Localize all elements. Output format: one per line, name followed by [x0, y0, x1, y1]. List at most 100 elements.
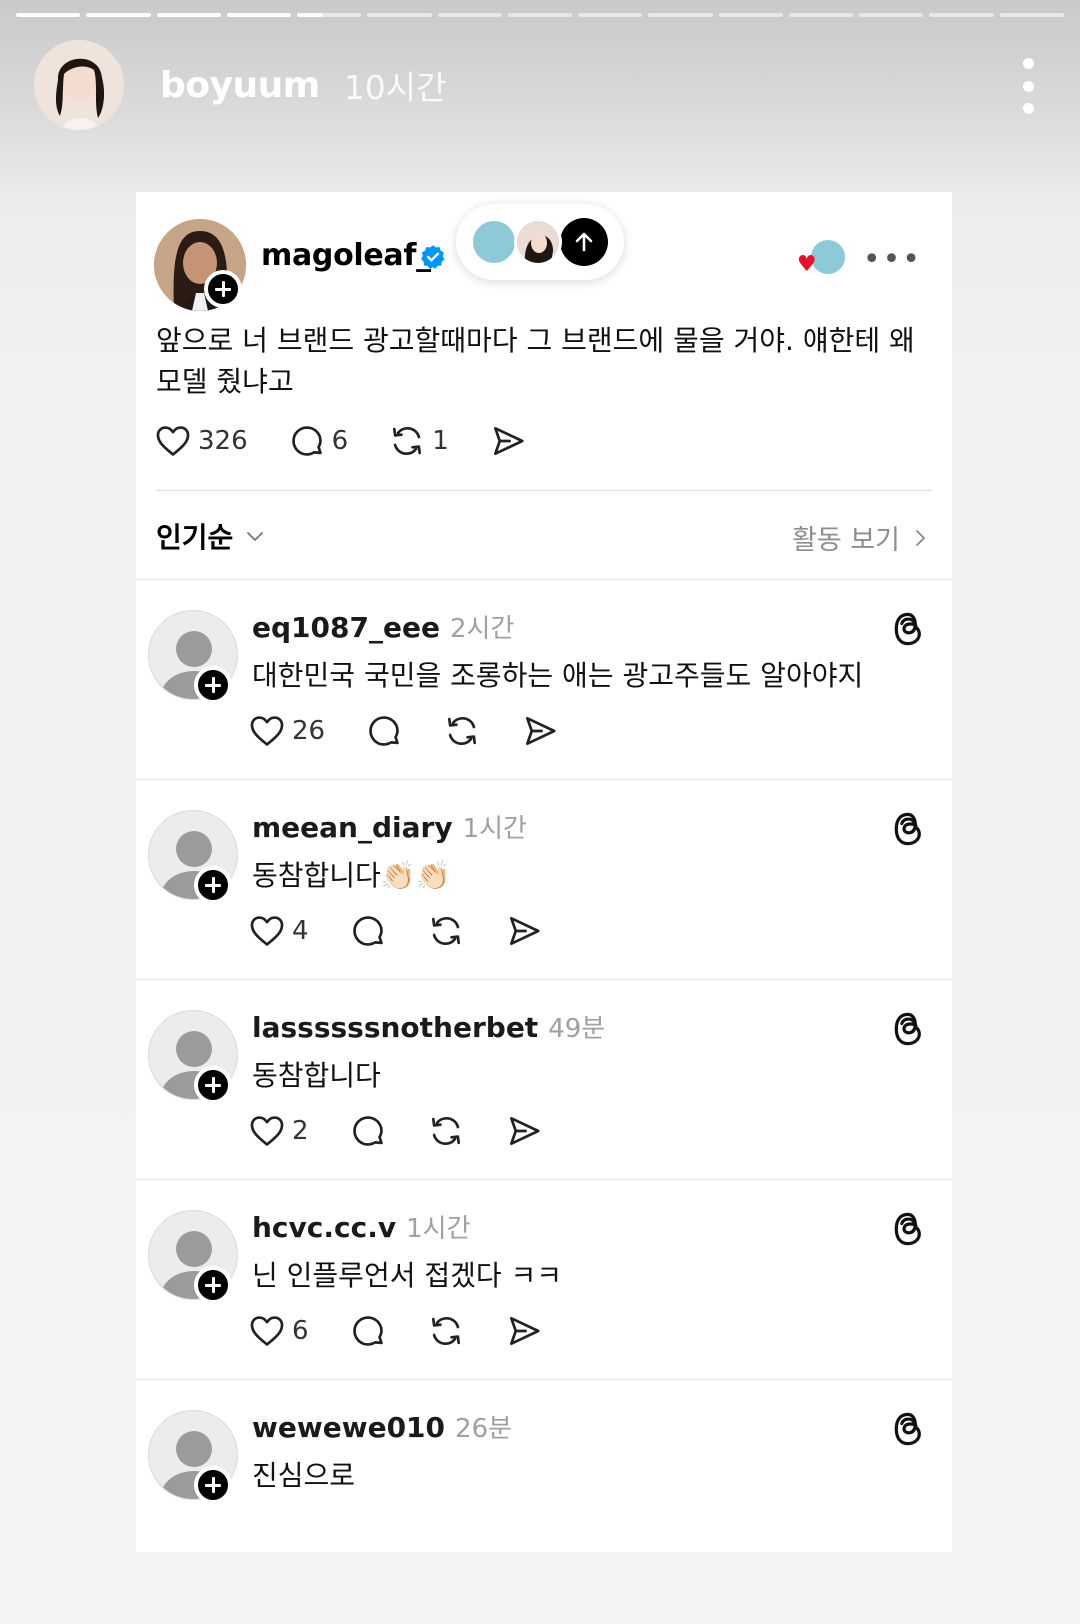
threads-logo-icon: [894, 612, 921, 646]
repost-icon: [393, 426, 422, 456]
story-progress-segment: [437, 13, 502, 17]
reply-username-text[interactable]: wewewe010: [252, 1411, 445, 1444]
verified-badge-icon: [421, 245, 445, 269]
like-count: 4: [292, 916, 309, 946]
sort-dropdown[interactable]: 인기순: [156, 516, 265, 556]
view-activity-link[interactable]: 활동 보기: [792, 518, 928, 557]
reply-actions: 6: [248, 1312, 583, 1350]
follow-plus-icon[interactable]: [204, 270, 242, 308]
share-button[interactable]: [505, 1112, 543, 1150]
heart-outline-icon: [156, 426, 190, 456]
comment-icon: [352, 1316, 383, 1346]
repost-button[interactable]: 1: [388, 422, 449, 460]
story-avatar[interactable]: [34, 40, 124, 130]
reply-time: 1시간: [462, 814, 527, 844]
heart-outline-icon: [250, 1316, 284, 1346]
follow-plus-icon[interactable]: [194, 1266, 232, 1304]
like-button[interactable]: 4: [248, 912, 309, 950]
post-author-username[interactable]: magoleaf_: [261, 238, 431, 273]
send-icon: [493, 426, 524, 456]
story-progress-segment: [16, 13, 81, 17]
follow-plus-icon[interactable]: [194, 1466, 232, 1504]
reply-item[interactable]: wewewe010 26분 진심으로: [136, 1380, 952, 1552]
follow-plus-icon[interactable]: [194, 866, 232, 904]
reply-actions: 26: [248, 712, 599, 750]
story-progress-segment: [226, 13, 292, 17]
story-progress-segment: [367, 13, 432, 17]
repost-button[interactable]: [427, 1312, 465, 1350]
share-button[interactable]: [505, 912, 543, 950]
like-count: 326: [198, 426, 248, 456]
like-count: 6: [292, 1316, 309, 1346]
reply-item[interactable]: meean_diary 1시간 동참합니다👏🏻👏🏻 4: [136, 780, 952, 980]
story-progress-segment: [156, 13, 221, 17]
comment-button[interactable]: [349, 1312, 387, 1350]
reply-username[interactable]: lassssssnotherbet 49분: [252, 1008, 605, 1045]
repost-button[interactable]: [427, 912, 465, 950]
comment-button[interactable]: 6: [288, 422, 349, 460]
heart-outline-icon: [250, 916, 284, 946]
story-progress-segment: [859, 13, 924, 17]
reply-item[interactable]: eq1087_eee 2시간대한민국 국민을 조롱하는 애는 광고주들도 알아야지…: [136, 580, 952, 780]
story-progress-segment: [929, 13, 994, 17]
bubble-avatar-1: [470, 218, 518, 266]
comment-icon: [352, 1116, 383, 1146]
story-time: 10시간: [343, 68, 447, 107]
reply-username-text[interactable]: eq1087_eee: [252, 611, 440, 644]
chevron-right-icon: [916, 529, 925, 546]
reply-item[interactable]: lassssssnotherbet 49분동참합니다 2: [136, 980, 952, 1180]
post-top-right: ♥ •••: [795, 240, 922, 280]
story-username[interactable]: boyuum: [160, 65, 320, 106]
heart-outline-icon: [250, 1116, 284, 1146]
reply-actions: 4: [248, 912, 583, 950]
reply-username-text[interactable]: hcvc.cc.v: [252, 1211, 396, 1244]
follow-plus-icon[interactable]: [194, 1066, 232, 1104]
share-button[interactable]: [521, 712, 559, 750]
repost-button[interactable]: [427, 1112, 465, 1150]
reply-text: 동참합니다: [252, 1059, 381, 1092]
reply-username[interactable]: meean_diary 1시간: [252, 808, 527, 845]
reply-item[interactable]: hcvc.cc.v 1시간 닌 인플루언서 접겠다 ㅋㅋ 6: [136, 1180, 952, 1380]
like-button[interactable]: 2: [248, 1112, 309, 1150]
comment-icon: [291, 426, 322, 456]
more-options-icon[interactable]: [1016, 58, 1040, 114]
chevron-down-icon: [247, 532, 264, 541]
like-button[interactable]: 6: [248, 1312, 309, 1350]
threads-logo-icon: [894, 1012, 921, 1046]
reply-username-text[interactable]: lassssssnotherbet: [252, 1011, 538, 1044]
divider: [156, 490, 932, 491]
comment-icon: [369, 716, 399, 746]
like-button[interactable]: 26: [248, 712, 325, 750]
sort-label: 인기순: [156, 521, 234, 554]
repost-button[interactable]: [443, 712, 481, 750]
shared-users-bubble[interactable]: [456, 204, 624, 280]
reply-username[interactable]: wewewe010 26분: [252, 1408, 512, 1445]
share-button[interactable]: [505, 1312, 543, 1350]
threads-post-card: magoleaf_ ♥ ••• 앞으로 너 브랜드 광고할때마다 그 브랜드에 …: [136, 192, 952, 1552]
reply-time: 2시간: [449, 614, 515, 644]
scroll-up-arrow-icon[interactable]: [560, 218, 608, 266]
comment-button[interactable]: [349, 1112, 387, 1150]
comment-button[interactable]: [349, 912, 387, 950]
repost-icon: [448, 716, 477, 746]
reply-actions: 2: [248, 1112, 583, 1150]
like-button[interactable]: 326: [154, 422, 248, 460]
reply-username[interactable]: hcvc.cc.v 1시간: [252, 1208, 471, 1245]
share-button[interactable]: [489, 422, 527, 460]
comment-count: 6: [331, 426, 349, 456]
story-header: boyuum 10시간: [34, 40, 1040, 130]
story-progress-segment: [718, 13, 783, 17]
reply-username[interactable]: eq1087_eee 2시간: [252, 608, 514, 645]
reply-time: 49분: [548, 1014, 606, 1044]
comment-button[interactable]: [365, 712, 403, 750]
story-progress-segment: [999, 13, 1064, 17]
reply-username-text[interactable]: meean_diary: [252, 811, 453, 844]
repost-icon: [431, 916, 460, 946]
reply-text: 대한민국 국민을 조롱하는 애는 광고주들도 알아야지: [252, 659, 864, 692]
more-options-icon[interactable]: •••: [863, 245, 922, 275]
story-progress-segment: [648, 13, 713, 17]
follow-plus-icon[interactable]: [194, 666, 232, 704]
story-progress-segment: [86, 13, 151, 17]
post-text: 앞으로 너 브랜드 광고할때마다 그 브랜드에 물을 거야. 얘한테 왜 모델 …: [156, 324, 915, 398]
liked-by-badge: ♥: [795, 240, 845, 280]
